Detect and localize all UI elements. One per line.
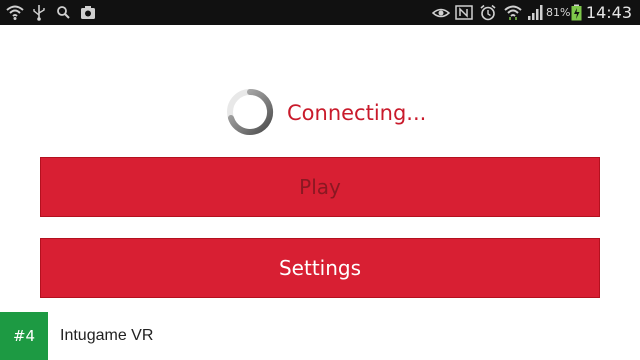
rank-badge: #4: [0, 312, 48, 360]
play-button[interactable]: Play: [40, 157, 600, 217]
eye-icon: [432, 8, 450, 18]
app-name: Intugame VR: [60, 327, 154, 344]
alarm-icon: [480, 4, 496, 21]
usb-icon: [33, 5, 45, 21]
loading-spinner-icon: [227, 88, 274, 135]
status-bar: 81% 14:43: [0, 0, 640, 25]
status-time: 14:43: [585, 3, 632, 22]
settings-button[interactable]: Settings: [40, 238, 600, 298]
settings-button-label: Settings: [278, 256, 362, 280]
wifi-signal-icon: [504, 5, 522, 20]
search-icon: [57, 6, 70, 19]
wifi-icon: [6, 5, 24, 20]
connection-status: Connecting...: [287, 101, 427, 125]
rank-label: #4: [12, 327, 36, 345]
nfc-icon: [455, 5, 473, 20]
camera-icon: [81, 6, 95, 19]
battery-percent: 81%: [546, 6, 571, 19]
battery-icon: [571, 4, 582, 21]
play-button-label: Play: [299, 175, 341, 199]
cell-signal-icon: [528, 5, 543, 20]
